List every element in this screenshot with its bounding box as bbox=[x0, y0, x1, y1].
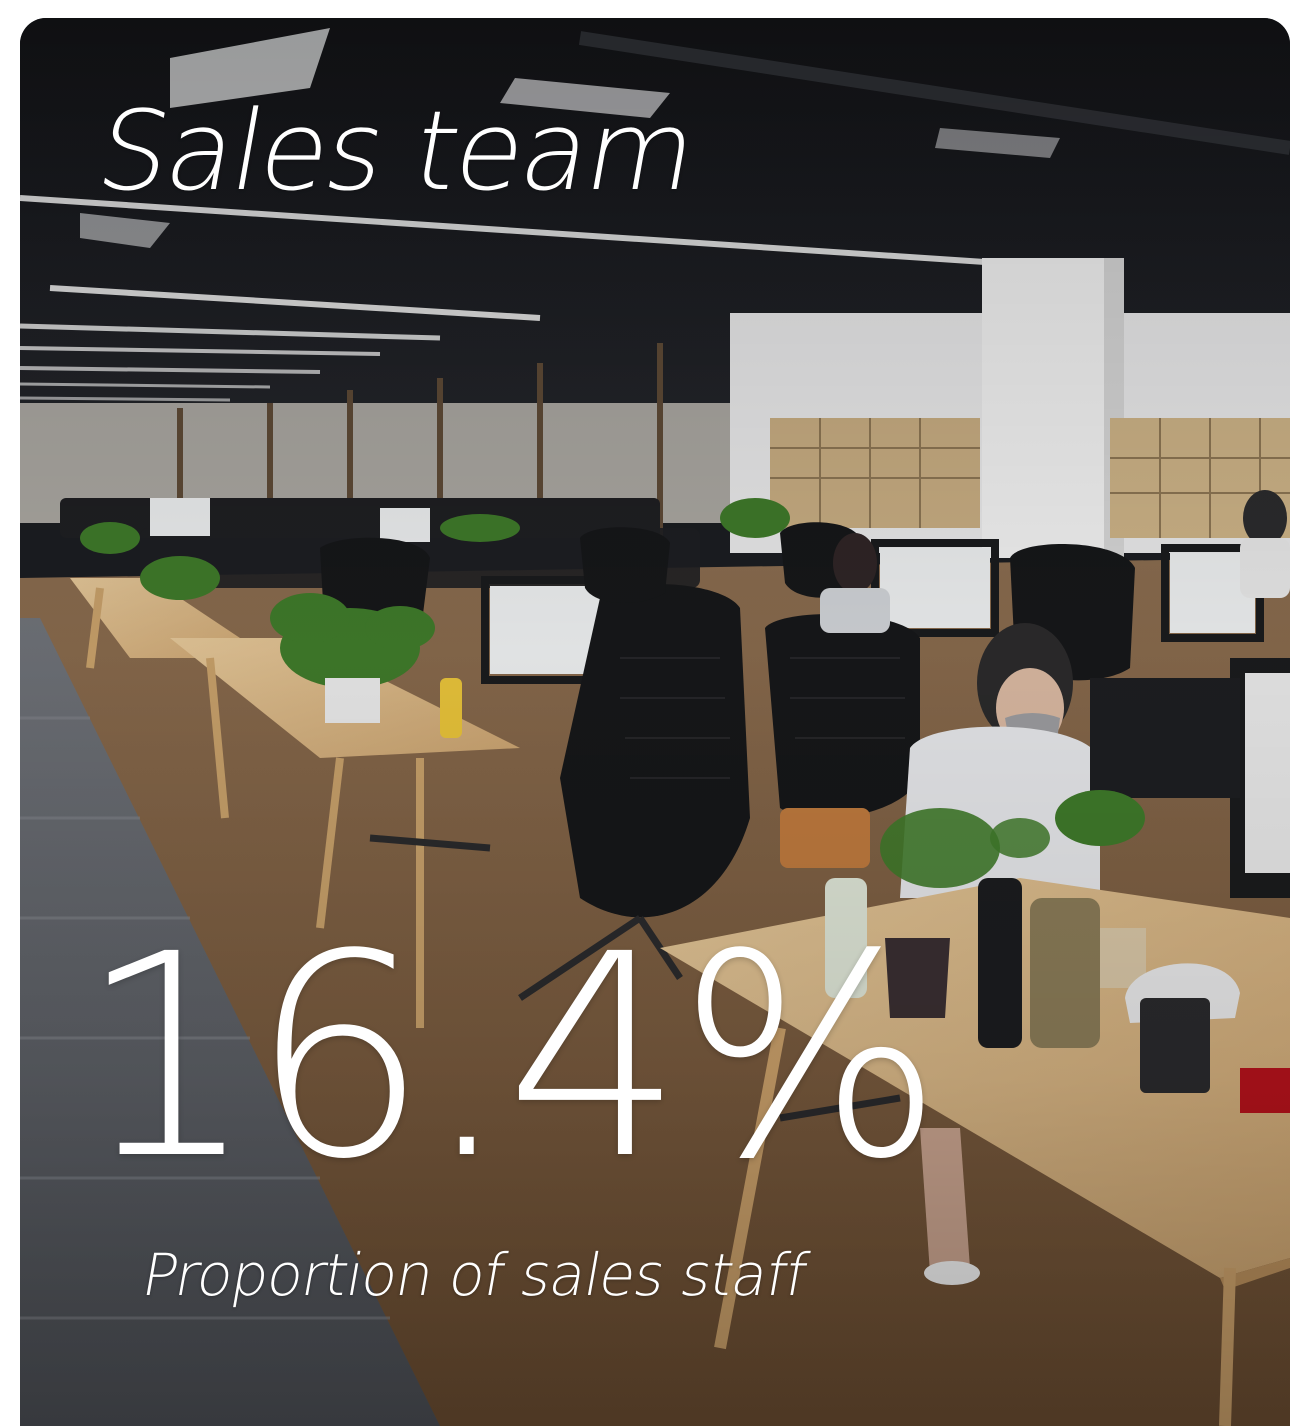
card-title: Sales team bbox=[88, 87, 705, 215]
stat-card: Sales team 16.4% Proportion of sales sta… bbox=[20, 18, 1290, 1426]
metric-value: 16.4% bbox=[78, 895, 943, 1221]
metric-caption: Proportion of sales staff bbox=[137, 1241, 812, 1309]
